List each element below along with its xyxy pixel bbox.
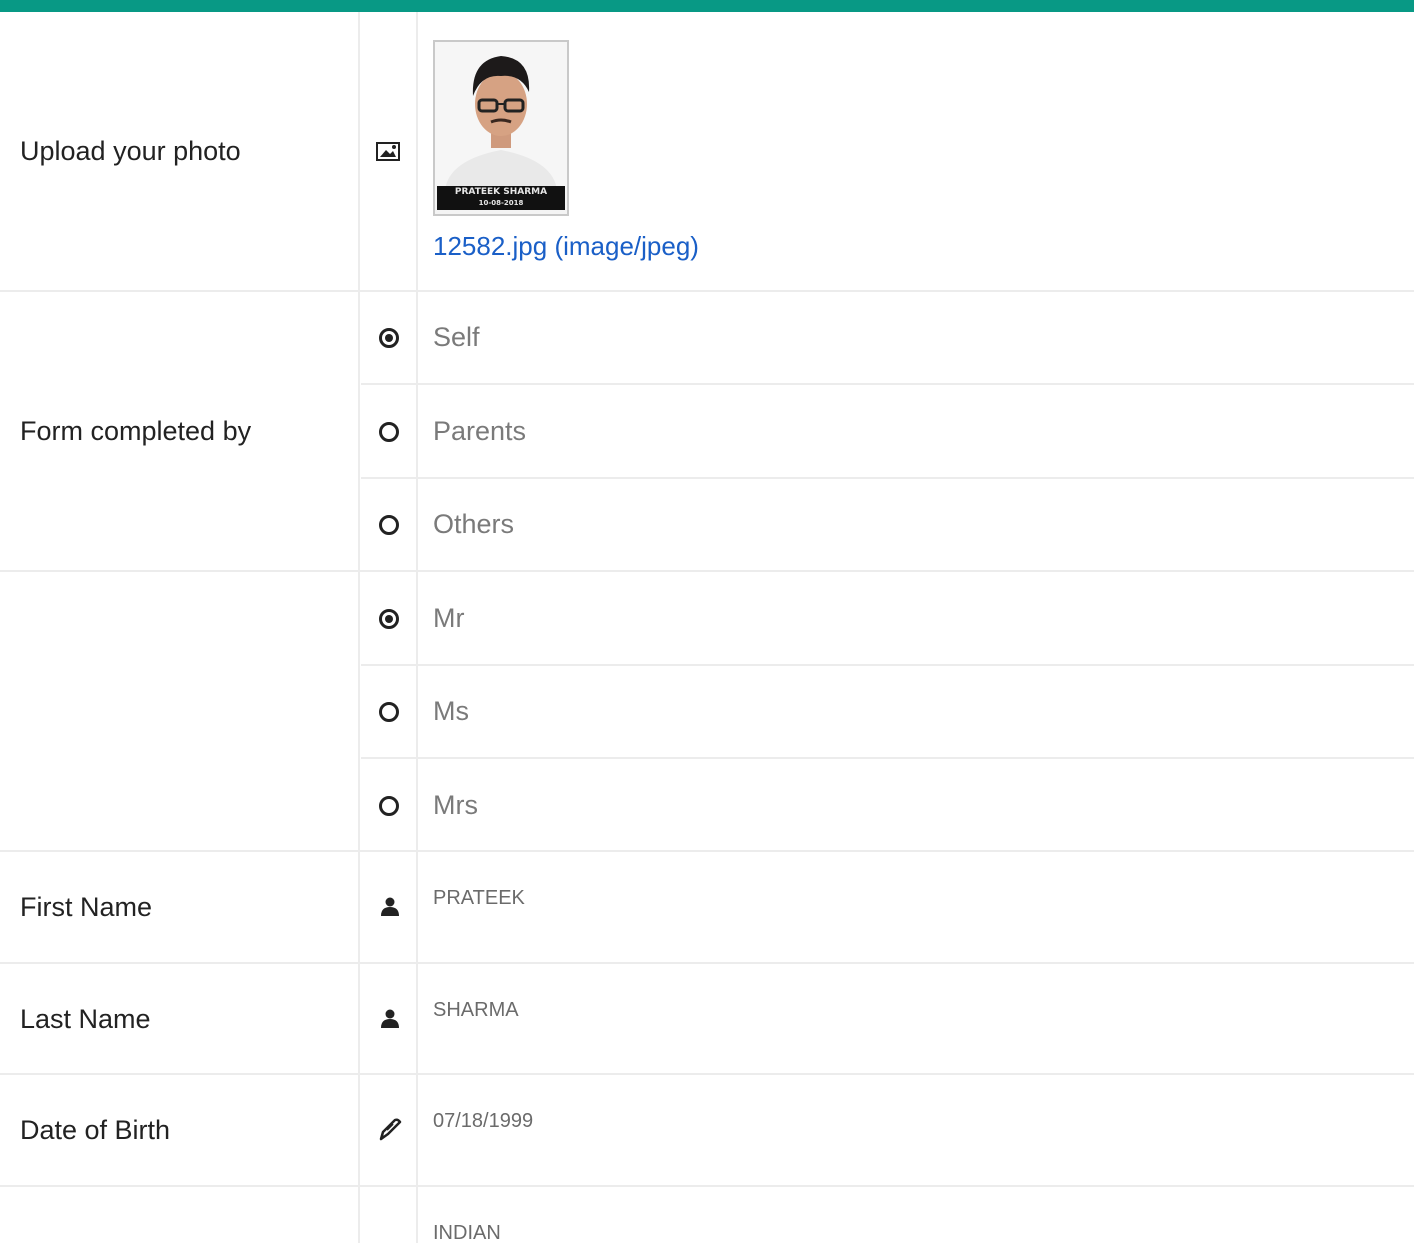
nationality-field[interactable]: INDIAN [433,1221,501,1245]
photo-caption-name: PRATEEK SHARMA [454,187,548,197]
column-divider-icon [416,12,418,1243]
uploaded-file-link[interactable]: 12582.jpg (image/jpeg) [433,229,699,263]
row-divider [0,1073,1414,1075]
first-name-field[interactable]: PRATEEK [433,886,525,910]
date-of-birth-label: Date of Birth [20,1115,171,1145]
option-self-label: Self [433,322,480,352]
photo-caption-date: 10-08-2018 [478,199,524,207]
user-icon [381,897,399,916]
row-divider [0,962,1414,964]
option-parents-label: Parents [433,416,527,446]
option-divider [361,477,1414,479]
row-divider [0,1185,1414,1187]
user-icon [381,1009,399,1028]
pencil-icon [379,1118,402,1141]
last-name-label: Last Name [20,1004,151,1034]
top-accent-bar [0,0,1414,12]
radio-ms[interactable] [379,702,399,722]
radio-others[interactable] [379,515,399,535]
photo-upload-label: Upload your photo [20,136,241,166]
row-divider [0,570,1414,572]
radio-parents[interactable] [379,422,399,442]
radio-mrs[interactable] [379,796,399,816]
first-name-label: First Name [20,892,153,922]
option-mrs-label: Mrs [433,790,478,820]
option-divider [361,757,1414,759]
uploaded-photo-thumbnail[interactable]: PRATEEK SHARMA 10-08-2018 [433,40,569,216]
person-photo [435,42,567,190]
option-divider [361,664,1414,666]
option-ms-label: Ms [433,696,469,726]
row-divider [0,850,1414,852]
date-of-birth-field[interactable]: 07/18/1999 [433,1109,533,1133]
option-mr-label: Mr [433,603,465,633]
row-divider [0,290,1414,292]
radio-self[interactable] [379,328,399,348]
image-icon [376,142,400,161]
option-others-label: Others [433,509,515,539]
option-divider [361,383,1414,385]
radio-mr[interactable] [379,609,399,629]
form-completed-by-label: Form completed by [20,416,252,446]
photo-caption: PRATEEK SHARMA 10-08-2018 [437,186,565,210]
column-divider-label [358,12,360,1243]
last-name-field[interactable]: SHARMA [433,998,519,1022]
